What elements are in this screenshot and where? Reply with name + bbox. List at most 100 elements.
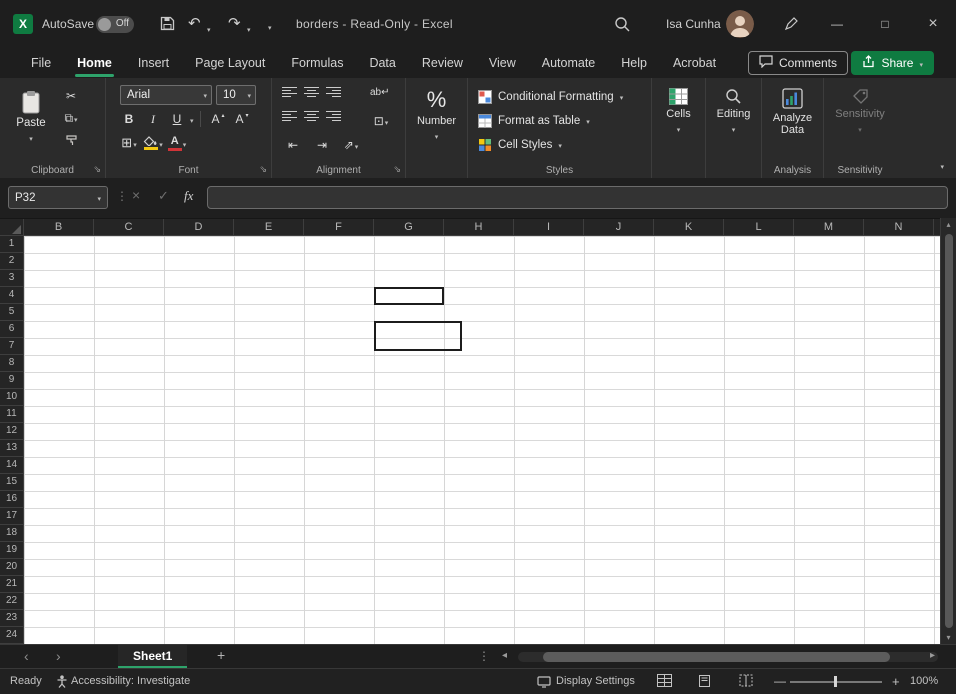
cell-styles-button[interactable]: Cell Styles [478, 134, 562, 156]
undo-button[interactable]: ↶ [188, 14, 201, 32]
decrease-indent-button[interactable]: ⇤ [282, 135, 304, 155]
conditional-formatting-button[interactable]: Conditional Formatting [478, 86, 623, 108]
orientation-dropdown-icon[interactable] [355, 138, 359, 152]
redo-button[interactable]: ↷ [228, 14, 241, 32]
column-header[interactable]: H [444, 219, 514, 235]
row-header[interactable]: 3 [0, 270, 23, 287]
row-header[interactable]: 6 [0, 321, 23, 338]
column-header[interactable]: J [584, 219, 654, 235]
row-header[interactable]: 4 [0, 287, 23, 304]
paste-button[interactable]: Paste [8, 84, 54, 158]
orientation-button[interactable]: ⇗ [340, 135, 362, 155]
menubar-tab[interactable]: File [18, 48, 64, 78]
number-format-button[interactable]: % Number [406, 78, 467, 142]
column-header[interactable]: K [654, 219, 724, 235]
format-as-table-button[interactable]: Format as Table [478, 110, 590, 132]
normal-view-button[interactable] [657, 674, 672, 690]
cells-button[interactable]: Cells [652, 78, 705, 135]
menubar-tab[interactable]: Data [356, 48, 408, 78]
prev-sheet-icon[interactable]: ‹ [24, 648, 29, 664]
row-header[interactable]: 5 [0, 304, 23, 321]
column-header[interactable]: L [724, 219, 794, 235]
row-header[interactable]: 9 [0, 372, 23, 389]
horizontal-scrollbar-thumb[interactable] [543, 652, 890, 662]
row-header[interactable]: 17 [0, 508, 23, 525]
column-header[interactable]: F [304, 219, 374, 235]
underline-button[interactable]: U [166, 109, 188, 129]
font-size-combobox[interactable]: 10 [216, 85, 256, 105]
scroll-up-icon[interactable]: ▴ [941, 220, 956, 229]
font-dialog-launcher[interactable] [259, 164, 267, 175]
clipboard-dialog-launcher[interactable] [93, 164, 101, 175]
page-break-view-button[interactable] [739, 674, 753, 690]
fill-color-dropdown-icon[interactable] [159, 136, 163, 150]
row-header[interactable]: 2 [0, 253, 23, 270]
cells-area[interactable] [24, 236, 940, 644]
column-header[interactable]: N [864, 219, 934, 235]
row-header[interactable]: 22 [0, 593, 23, 610]
decrease-font-size-button[interactable]: A▾ [231, 109, 253, 129]
vertical-scrollbar[interactable]: ▴ ▾ [940, 218, 956, 644]
vertical-scrollbar-thumb[interactable] [945, 234, 953, 628]
bold-button[interactable]: B [118, 109, 140, 129]
save-icon[interactable] [160, 16, 175, 34]
pen-icon[interactable] [784, 17, 798, 34]
menubar-tab[interactable]: Insert [125, 48, 182, 78]
zoom-in-button[interactable]: + [892, 674, 900, 689]
wrap-text-button[interactable]: ab↵ [370, 87, 390, 98]
column-header[interactable]: B [24, 219, 94, 235]
row-header[interactable]: 18 [0, 525, 23, 542]
merge-center-button[interactable]: ⊡ [370, 111, 392, 131]
merge-dropdown-icon[interactable] [385, 114, 389, 128]
share-button[interactable]: Share [851, 51, 934, 75]
avatar[interactable] [726, 10, 754, 38]
user-name[interactable]: Isa Cunha [666, 17, 721, 31]
top-align-button[interactable] [282, 87, 297, 97]
row-header[interactable]: 24 [0, 627, 23, 644]
row-header[interactable]: 20 [0, 559, 23, 576]
redo-dropdown-icon[interactable] [247, 21, 251, 35]
font-size-dropdown-icon[interactable] [247, 89, 251, 101]
align-right-button[interactable] [326, 111, 341, 121]
column-header[interactable]: M [794, 219, 864, 235]
undo-dropdown-icon[interactable] [207, 21, 211, 35]
insert-function-button[interactable]: fx [184, 188, 193, 204]
column-header[interactable]: E [234, 219, 304, 235]
row-header[interactable]: 11 [0, 406, 23, 423]
center-button[interactable] [304, 111, 319, 121]
font-color-dropdown-icon[interactable] [183, 136, 187, 150]
scroll-right-icon[interactable]: ▸ [930, 650, 935, 661]
row-header[interactable]: 16 [0, 491, 23, 508]
formula-bar-resize-handle[interactable]: ⋮ [116, 189, 128, 203]
row-header[interactable]: 8 [0, 355, 23, 372]
fill-color-button[interactable] [142, 133, 164, 153]
menubar-tab[interactable]: Formulas [278, 48, 356, 78]
collapse-ribbon-icon[interactable] [940, 161, 944, 172]
menubar-tab[interactable]: Page Layout [182, 48, 278, 78]
format-painter-button[interactable] [60, 130, 82, 150]
zoom-slider-handle[interactable] [834, 676, 837, 687]
display-settings-button[interactable]: Display Settings [556, 675, 635, 687]
menubar-tab[interactable]: Review [409, 48, 476, 78]
name-box[interactable]: P32 [8, 186, 108, 209]
column-header[interactable]: D [164, 219, 234, 235]
column-header[interactable]: C [94, 219, 164, 235]
maximize-button[interactable]: □ [868, 0, 902, 48]
cut-button[interactable]: ✂ [60, 86, 82, 106]
sheet-tab[interactable]: Sheet1 [118, 645, 187, 668]
add-sheet-button[interactable]: + [217, 647, 225, 663]
font-color-button[interactable]: A [166, 133, 188, 153]
row-header[interactable]: 12 [0, 423, 23, 440]
alignment-dialog-launcher[interactable] [393, 164, 401, 175]
menubar-tab[interactable]: View [476, 48, 529, 78]
borders-dropdown-icon[interactable] [133, 136, 137, 150]
underline-dropdown-icon[interactable] [190, 112, 194, 126]
copy-button[interactable]: ⧉ [60, 108, 82, 128]
scroll-left-icon[interactable]: ◂ [502, 650, 507, 661]
menubar-tab[interactable]: Acrobat [660, 48, 729, 78]
menubar-tab[interactable]: Home [64, 48, 125, 78]
comments-button[interactable]: Comments [748, 51, 848, 75]
tab-bar-options-icon[interactable]: ⋮ [478, 649, 490, 663]
row-header[interactable]: 7 [0, 338, 23, 355]
excel-logo-icon[interactable]: X [13, 14, 33, 34]
